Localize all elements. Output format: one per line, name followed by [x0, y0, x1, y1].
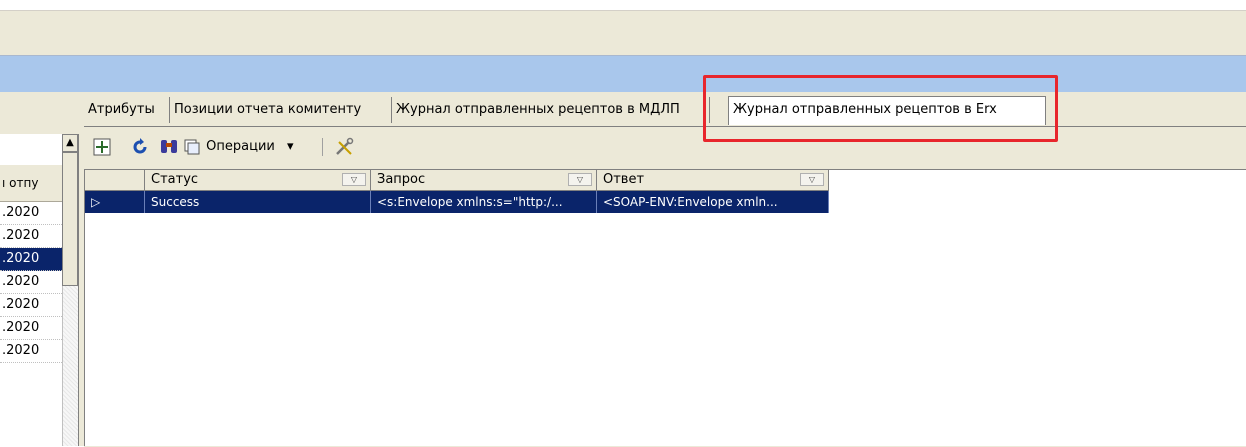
tab-strip: Атрибуты Позиции отчета комитенту Журнал… [84, 96, 1246, 125]
cell-response[interactable]: <SOAP-ENV:Envelope xmln... [597, 191, 829, 213]
results-grid: Статус ▽ Запрос ▽ Ответ ▽ ▷ Success <s:E… [84, 169, 1246, 446]
toolbar-separator [322, 138, 323, 156]
row-indicator-header [85, 170, 145, 190]
scrollbar-thumb[interactable] [62, 152, 78, 286]
column-header-response[interactable]: Ответ ▽ [597, 170, 829, 190]
column-header-status[interactable]: Статус ▽ [145, 170, 371, 190]
tools-button[interactable] [334, 136, 356, 158]
filter-dropdown-icon[interactable]: ▽ [342, 173, 366, 186]
scroll-up-arrow-icon[interactable]: ▲ [62, 134, 78, 152]
grid-toolbar: Операции ▾ [84, 134, 1246, 160]
top-strip [0, 0, 1246, 10]
filter-dropdown-icon[interactable]: ▽ [800, 173, 824, 186]
binoculars-icon [161, 139, 177, 153]
cell-status[interactable]: Success [145, 191, 371, 213]
left-list-row[interactable]: .2020 [0, 202, 62, 225]
left-list-row[interactable]: .2020 [0, 225, 62, 248]
tab-attributes[interactable]: Атрибуты [84, 97, 170, 123]
left-list-row[interactable]: .2020 [0, 294, 62, 317]
left-list-column-header[interactable]: ı отпу [0, 165, 62, 202]
chevron-down-icon: ▾ [286, 139, 294, 154]
caption-band [0, 56, 1246, 92]
cell-request[interactable]: <s:Envelope xmlns:s="http:/... [371, 191, 597, 213]
tab-commission-report-items[interactable]: Позиции отчета комитенту [170, 97, 392, 123]
column-header-request[interactable]: Запрос ▽ [371, 170, 597, 190]
annotation-highlight [703, 75, 1058, 142]
tools-icon [336, 137, 354, 155]
current-row-marker-icon: ▷ [85, 191, 145, 213]
select-all-button[interactable] [92, 136, 112, 158]
left-list-row[interactable]: .2020 [0, 317, 62, 340]
refresh-button[interactable] [130, 136, 150, 158]
left-list-row-selected[interactable]: .2020 [0, 248, 62, 271]
operations-menu-button[interactable]: Операции ▾ [182, 136, 294, 158]
tab-mdlp-journal[interactable]: Журнал отправленных рецептов в МДЛП [392, 97, 710, 123]
left-list-row[interactable]: .2020 [0, 271, 62, 294]
grid-header: Статус ▽ Запрос ▽ Ответ ▽ [85, 170, 829, 191]
toolbar-area [0, 10, 1246, 56]
left-list-row[interactable]: .2020 [0, 340, 62, 363]
filter-dropdown-icon[interactable]: ▽ [568, 173, 592, 186]
table-row[interactable]: ▷ Success <s:Envelope xmlns:s="http:/...… [85, 191, 829, 213]
grid-select-icon [93, 138, 111, 155]
refresh-icon [133, 137, 147, 153]
find-button[interactable] [158, 136, 180, 158]
copy-pages-icon [184, 139, 200, 154]
